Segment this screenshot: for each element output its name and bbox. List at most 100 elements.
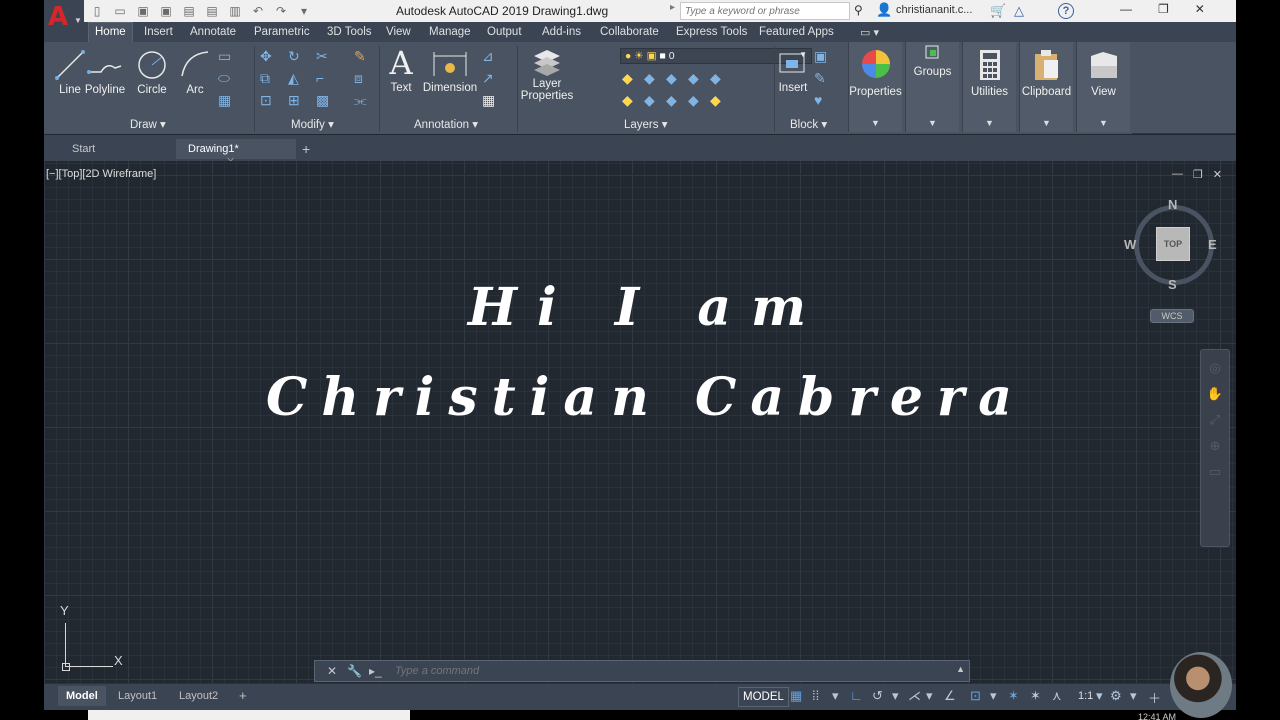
- plus-icon[interactable]: ＋: [1148, 688, 1161, 707]
- draw-panel-title[interactable]: Draw ▾: [130, 117, 166, 131]
- compass-south[interactable]: S: [1168, 277, 1177, 292]
- annotation-scale-value[interactable]: 1:1: [1078, 690, 1093, 702]
- compass-north[interactable]: N: [1168, 197, 1177, 212]
- tab-insert[interactable]: Insert: [144, 26, 173, 38]
- fillet-icon[interactable]: ⌐: [316, 70, 344, 92]
- dimension-tool[interactable]: Dimension: [422, 46, 478, 94]
- object-snap-icon[interactable]: ⊡: [970, 688, 981, 704]
- rectangle-icon[interactable]: ▭: [218, 48, 246, 70]
- minimize-icon[interactable]: —: [1120, 2, 1132, 16]
- undo-icon[interactable]: ↶: [249, 3, 267, 19]
- cart-icon[interactable]: 🛒: [990, 3, 1006, 19]
- chevron-down-icon[interactable]: ▾: [926, 688, 933, 704]
- gear-icon[interactable]: ⚙: [1110, 688, 1122, 704]
- pan-icon[interactable]: ✋: [1201, 386, 1229, 402]
- tab-drawing1[interactable]: Drawing1* ✕: [176, 139, 296, 168]
- offset-icon[interactable]: ⫘: [354, 92, 382, 114]
- text-tool[interactable]: A Text: [382, 46, 420, 94]
- layer-match-icon[interactable]: ◆: [710, 70, 732, 92]
- search-expand-icon[interactable]: ▸: [670, 2, 680, 20]
- autodesk-a360-icon[interactable]: △: [1014, 3, 1024, 19]
- circle-tool[interactable]: Circle: [132, 48, 172, 96]
- open-web-icon[interactable]: ▤: [180, 3, 198, 19]
- modify-panel-title[interactable]: Modify ▾: [291, 117, 334, 131]
- polar-icon[interactable]: ↺: [872, 688, 883, 704]
- array-icon[interactable]: ▩: [316, 92, 344, 114]
- scale-icon[interactable]: ⊞: [288, 92, 316, 114]
- plot-icon[interactable]: ▥: [226, 3, 244, 19]
- explode-icon[interactable]: ⧈: [354, 70, 382, 92]
- layer-freeze-icon[interactable]: ◆: [666, 70, 688, 92]
- viewcube-top-face[interactable]: TOP: [1156, 227, 1190, 261]
- tab-home[interactable]: Home: [88, 22, 133, 42]
- compass-west[interactable]: W: [1124, 237, 1136, 252]
- isodraft-icon[interactable]: ⋌: [908, 688, 921, 704]
- chevron-up-icon[interactable]: ▲: [956, 664, 965, 674]
- clipboard-group[interactable]: Clipboard ▼: [1019, 42, 1073, 132]
- snap-icon[interactable]: ⁞⁞: [812, 688, 819, 703]
- viewport-controls-label[interactable]: [−][Top][2D Wireframe]: [46, 168, 156, 180]
- application-menu-button[interactable]: A ▼: [44, 0, 84, 32]
- user-icon[interactable]: 👤: [876, 2, 892, 18]
- binoculars-icon[interactable]: ⚲: [854, 3, 863, 17]
- chevron-down-icon[interactable]: ▾: [832, 688, 839, 704]
- layer-merge-icon[interactable]: ◆: [644, 92, 666, 114]
- layer-walk-icon[interactable]: ◆: [622, 92, 644, 114]
- trim-icon[interactable]: ✂: [316, 48, 344, 70]
- multileader-icon[interactable]: ↗: [482, 70, 510, 92]
- zoom-extents-icon[interactable]: ⤢: [1201, 412, 1229, 428]
- model-space-button[interactable]: MODEL: [738, 687, 789, 707]
- ortho-icon[interactable]: ∟: [850, 688, 863, 703]
- tab-3d-tools[interactable]: 3D Tools: [327, 26, 372, 38]
- attribute-icon[interactable]: ♥: [814, 92, 836, 114]
- tab-view[interactable]: View: [386, 26, 411, 38]
- annotation-panel-title[interactable]: Annotation ▾: [414, 117, 478, 131]
- tab-featured-apps[interactable]: Featured Apps: [759, 26, 834, 38]
- stretch-icon[interactable]: ⊡: [260, 92, 288, 114]
- utilities-group[interactable]: Utilities ▼: [962, 42, 1016, 132]
- grid-icon[interactable]: ▦: [790, 688, 802, 704]
- command-input[interactable]: [395, 663, 955, 679]
- search-input[interactable]: [680, 2, 850, 20]
- drawing-text-line-1[interactable]: Hi I am: [44, 277, 1236, 338]
- new-layout-icon[interactable]: +: [239, 688, 247, 703]
- save-as-icon[interactable]: ▣: [157, 3, 175, 19]
- erase-icon[interactable]: ✎: [354, 48, 382, 70]
- mirror-icon[interactable]: ◭: [288, 70, 316, 92]
- tab-manage[interactable]: Manage: [429, 26, 471, 38]
- groups-group[interactable]: Groups ▼: [905, 42, 959, 132]
- edit-block-icon[interactable]: ✎: [814, 70, 836, 92]
- tab-annotate[interactable]: Annotate: [190, 26, 236, 38]
- tab-add-ins[interactable]: Add-ins: [542, 26, 581, 38]
- autoscale-icon[interactable]: ✶: [1030, 688, 1041, 704]
- tab-model[interactable]: Model: [58, 686, 106, 706]
- arc-tool[interactable]: Arc: [176, 48, 214, 96]
- redo-icon[interactable]: ↷: [272, 3, 290, 19]
- tab-parametric[interactable]: Parametric: [254, 26, 310, 38]
- object-snap-tracking-icon[interactable]: ∠: [944, 688, 956, 704]
- layer-properties-tool[interactable]: Layer Properties: [518, 46, 576, 102]
- chevron-down-icon[interactable]: ▾: [1130, 688, 1137, 704]
- layers-panel-title[interactable]: Layers ▾: [624, 117, 668, 131]
- table-icon[interactable]: ▦: [482, 92, 510, 114]
- layer-delete-icon[interactable]: ◆: [666, 92, 688, 114]
- showmotion-icon[interactable]: ▭: [1201, 464, 1229, 480]
- view-group[interactable]: View ▼: [1076, 42, 1130, 132]
- save-web-icon[interactable]: ▤: [203, 3, 221, 19]
- ellipse-icon[interactable]: ⬭: [218, 70, 246, 92]
- annotation-scale-icon[interactable]: ⋏: [1052, 688, 1062, 704]
- qat-dropdown-icon[interactable]: ▾: [295, 3, 313, 19]
- polyline-tool[interactable]: Polyline: [82, 48, 128, 96]
- new-tab-icon[interactable]: +: [302, 141, 310, 157]
- tab-start[interactable]: Start: [60, 139, 107, 159]
- steering-wheel-icon[interactable]: ◎: [1201, 360, 1229, 376]
- user-name[interactable]: christiananit.c...: [896, 4, 972, 16]
- tab-express-tools[interactable]: Express Tools: [676, 26, 747, 38]
- tab-collaborate[interactable]: Collaborate: [600, 26, 659, 38]
- hatch-icon[interactable]: ▦: [218, 92, 246, 114]
- new-file-icon[interactable]: ▯: [88, 3, 106, 19]
- layer-isolate-icon[interactable]: ◆: [644, 70, 666, 92]
- close-icon[interactable]: ✕: [327, 664, 337, 678]
- wcs-dropdown[interactable]: WCS: [1150, 309, 1194, 323]
- minimize-icon[interactable]: —: [1172, 168, 1183, 181]
